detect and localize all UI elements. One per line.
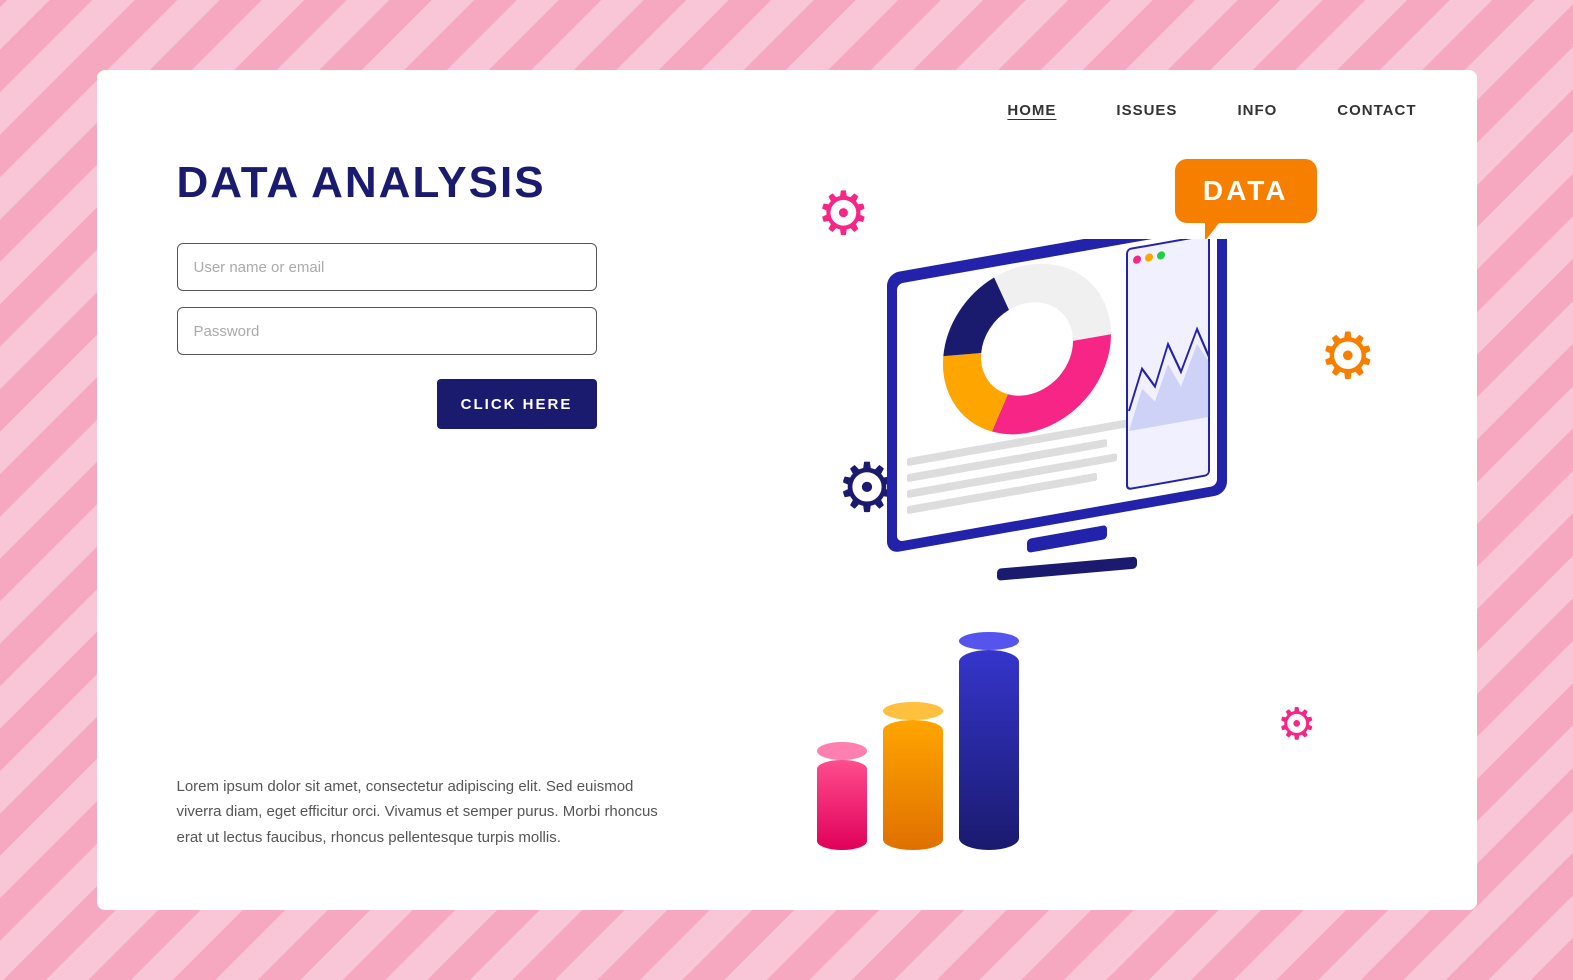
password-input[interactable] [177, 307, 597, 355]
cylinder-pink-body [817, 760, 867, 850]
nav-contact[interactable]: CONTACT [1337, 102, 1416, 119]
content-area: DATA ANALYSIS CLICK HERE Lorem ipsum dol… [97, 119, 1477, 910]
gear-orange-right-icon: ⚙ [1319, 319, 1376, 394]
body-text: Lorem ipsum dolor sit amet, consectetur … [177, 774, 677, 851]
cylinder-pink-top [817, 742, 867, 760]
navigation: HOME ISSUES INFO CONTACT [97, 70, 1477, 119]
right-panel: ⚙ ⚙ ⚙ ⚙ DATA [697, 119, 1397, 910]
cylinder-navy [959, 632, 1019, 850]
gear-pink-bottom-icon: ⚙ [1277, 699, 1316, 750]
cylinder-navy-top [959, 632, 1019, 650]
cylinder-pink [817, 742, 867, 850]
nav-info[interactable]: INFO [1237, 102, 1277, 119]
cylinder-orange [883, 702, 943, 850]
page-title: DATA ANALYSIS [177, 159, 697, 207]
cylinder-navy-body [959, 650, 1019, 850]
monitor-illustration [857, 239, 1277, 699]
username-input[interactable] [177, 243, 597, 291]
data-bubble: DATA [1175, 159, 1317, 223]
click-here-button[interactable]: CLICK HERE [437, 379, 597, 429]
nav-issues[interactable]: ISSUES [1116, 102, 1177, 119]
main-card: HOME ISSUES INFO CONTACT DATA ANALYSIS C… [97, 70, 1477, 910]
nav-home[interactable]: HOME [1007, 102, 1056, 119]
cylinder-orange-top [883, 702, 943, 720]
cylinders [817, 632, 1019, 850]
left-panel: DATA ANALYSIS CLICK HERE Lorem ipsum dol… [177, 119, 697, 910]
cylinder-orange-body [883, 720, 943, 850]
